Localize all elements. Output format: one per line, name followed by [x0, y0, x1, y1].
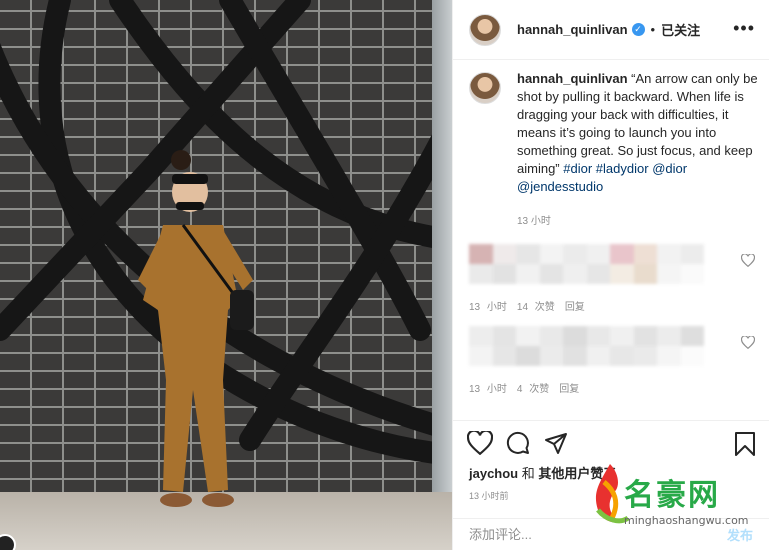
heart-icon[interactable]	[467, 431, 493, 455]
likes-connector: 和	[518, 466, 539, 481]
more-options-icon[interactable]: •••	[733, 18, 755, 39]
watermark-url: minghaoshangwu.com	[624, 514, 749, 527]
reply-button[interactable]: 回复	[565, 302, 585, 313]
comment-time: 13 小时	[469, 384, 507, 395]
post-header: hannah_quinlivan ✓ • 已关注 •••	[453, 0, 769, 60]
caption-text: hannah_quinlivan “An arrow can only be s…	[517, 70, 759, 196]
verified-badge-icon: ✓	[631, 23, 645, 36]
comment-time: 13 小时	[469, 302, 507, 313]
comment-likes-count[interactable]: 4 次赞	[517, 384, 549, 395]
blurred-comment-content	[469, 244, 704, 284]
other-likers-link[interactable]: 其他用户	[538, 466, 590, 481]
comment-item: 13 小时 4 次赞 回复	[469, 326, 759, 395]
comment-item: 13 小时 14 次赞 回复	[469, 244, 759, 313]
caption-time: 13 小时	[517, 216, 551, 227]
comment-like-heart-icon[interactable]	[741, 336, 755, 349]
liker-username[interactable]: jaychou	[469, 466, 518, 481]
watermark-title: 名豪网	[624, 478, 720, 513]
mention-dior[interactable]: @dior	[652, 161, 687, 176]
caption-avatar[interactable]	[469, 72, 501, 104]
comment-like-heart-icon[interactable]	[741, 254, 755, 267]
comment-bubble-icon[interactable]	[505, 431, 531, 455]
author-username[interactable]: hannah_quinlivan	[517, 22, 628, 37]
building-pillar	[432, 0, 452, 550]
post-action-bar	[453, 420, 769, 465]
comment-meta: 13 小时 4 次赞 回复	[469, 380, 759, 395]
author-avatar[interactable]	[469, 13, 501, 46]
bookmark-icon[interactable]	[733, 431, 757, 457]
site-watermark: 名豪网 minghaoshangwu.com	[590, 462, 765, 540]
blurred-comment-content	[469, 326, 719, 366]
hashtag-ladydior[interactable]: #ladydior	[596, 161, 649, 176]
comment-meta: 13 小时 14 次赞 回复	[469, 298, 759, 313]
comment-likes-count[interactable]: 14 次赞	[517, 302, 555, 313]
caption-username[interactable]: hannah_quinlivan	[517, 71, 628, 86]
mention-jendesstudio[interactable]: @jendesstudio	[517, 179, 603, 194]
reply-button[interactable]: 回复	[559, 384, 579, 395]
paper-plane-icon[interactable]	[543, 431, 569, 455]
post-caption: hannah_quinlivan “An arrow can only be s…	[469, 70, 759, 227]
header-separator: •	[650, 22, 656, 37]
post-timestamp: 13 小时前	[469, 491, 509, 501]
hashtag-dior[interactable]: #dior	[563, 161, 592, 176]
model-figure	[138, 150, 254, 507]
follow-status-button[interactable]: 已关注	[661, 20, 700, 39]
post-photo[interactable]	[0, 0, 452, 550]
